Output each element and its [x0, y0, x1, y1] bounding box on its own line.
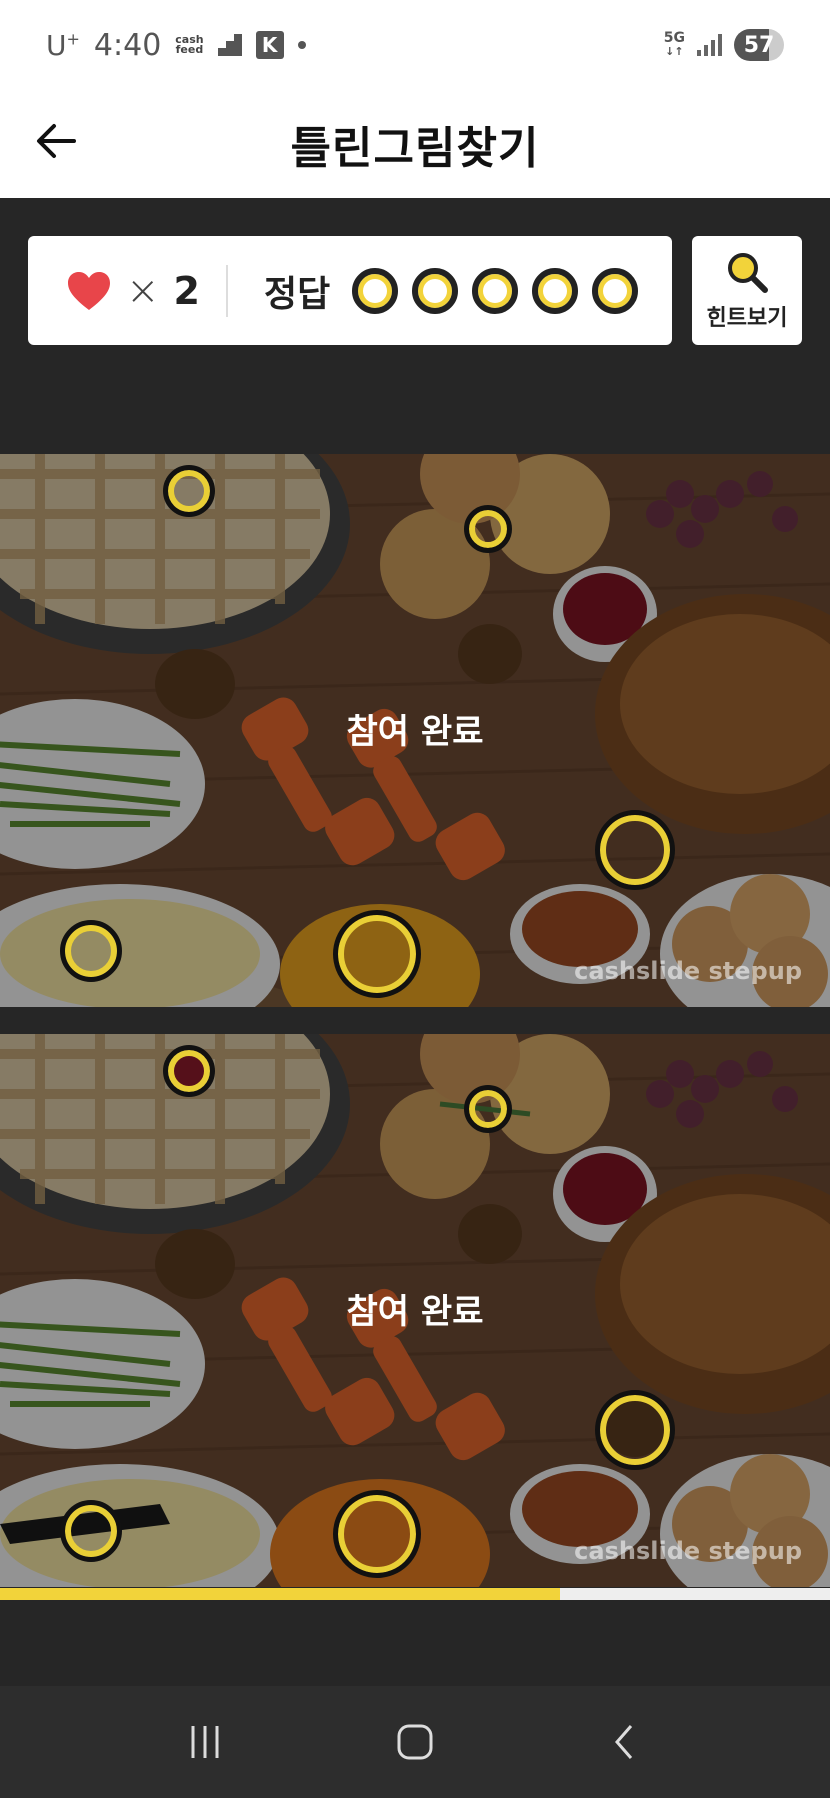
- stairs-icon: [217, 34, 242, 56]
- time-progress-bar: [0, 1588, 830, 1600]
- participation-complete-label: 참여 완료: [346, 712, 484, 752]
- answer-ring-3: [472, 267, 519, 314]
- chevron-left-icon: [615, 1725, 633, 1759]
- magnifier-icon: [728, 252, 768, 293]
- found-marker: [163, 465, 215, 517]
- answer-ring-4: [532, 267, 579, 314]
- times-sign: ×: [126, 267, 160, 314]
- back-button[interactable]: [32, 116, 82, 166]
- found-marker: [333, 1490, 421, 1578]
- status-bar: U+ 4:40 cash feed K 5G ↓↑ 57: [0, 0, 830, 90]
- game-info-card: × 2 정답: [28, 236, 672, 345]
- system-nav-bar: [0, 1686, 830, 1798]
- answer-ring-1: [352, 267, 399, 314]
- found-marker: [464, 505, 512, 553]
- modified-image[interactable]: 참여 완료 cashslide stepup: [0, 1034, 830, 1587]
- app-bar: 틀린그림찾기: [0, 90, 830, 198]
- found-marker: [464, 1085, 512, 1133]
- cashfeed-icon: cash feed: [175, 33, 204, 56]
- 5g-icon: 5G ↓↑: [663, 30, 685, 58]
- found-marker: [333, 910, 421, 998]
- home-button[interactable]: [375, 1712, 455, 1772]
- answers-label: 정답: [264, 273, 331, 315]
- page-title: 틀린그림찾기: [290, 123, 540, 174]
- signal-icon: [697, 34, 722, 56]
- found-marker: [60, 1500, 122, 1562]
- lives-counter: × 2: [28, 268, 226, 314]
- status-time: 4:40: [93, 27, 162, 63]
- answer-ring-5: [592, 267, 639, 314]
- status-left: U+ 4:40 cash feed K: [46, 28, 306, 63]
- answer-ring-2: [412, 267, 459, 314]
- hint-button[interactable]: 힌트보기: [692, 236, 802, 345]
- heart-icon: [68, 271, 110, 310]
- watermark: cashslide stepup: [574, 957, 802, 985]
- found-marker: [595, 810, 675, 890]
- battery-icon: 57: [734, 29, 784, 61]
- k-app-icon: K: [255, 31, 284, 59]
- home-icon: [397, 1724, 433, 1760]
- found-marker: [60, 920, 122, 982]
- recent-apps-button[interactable]: [165, 1712, 245, 1772]
- watermark: cashslide stepup: [574, 1537, 802, 1565]
- found-marker: [163, 1045, 215, 1097]
- notification-dot-icon: [297, 41, 306, 49]
- original-image[interactable]: 참여 완료 cashslide stepup: [0, 454, 830, 1007]
- found-marker: [595, 1390, 675, 1470]
- system-back-button[interactable]: [585, 1712, 665, 1772]
- arrow-left-icon: [37, 124, 76, 158]
- status-right: 5G ↓↑ 57: [664, 29, 784, 61]
- lives-count: 2: [173, 268, 200, 313]
- carrier-label: U+: [46, 28, 80, 62]
- recent-apps-icon: [191, 1726, 219, 1758]
- answers-indicator: 정답: [228, 265, 639, 317]
- participation-complete-label: 참여 완료: [346, 1292, 484, 1332]
- hint-label: 힌트보기: [706, 305, 788, 331]
- progress-fill: [0, 1588, 561, 1600]
